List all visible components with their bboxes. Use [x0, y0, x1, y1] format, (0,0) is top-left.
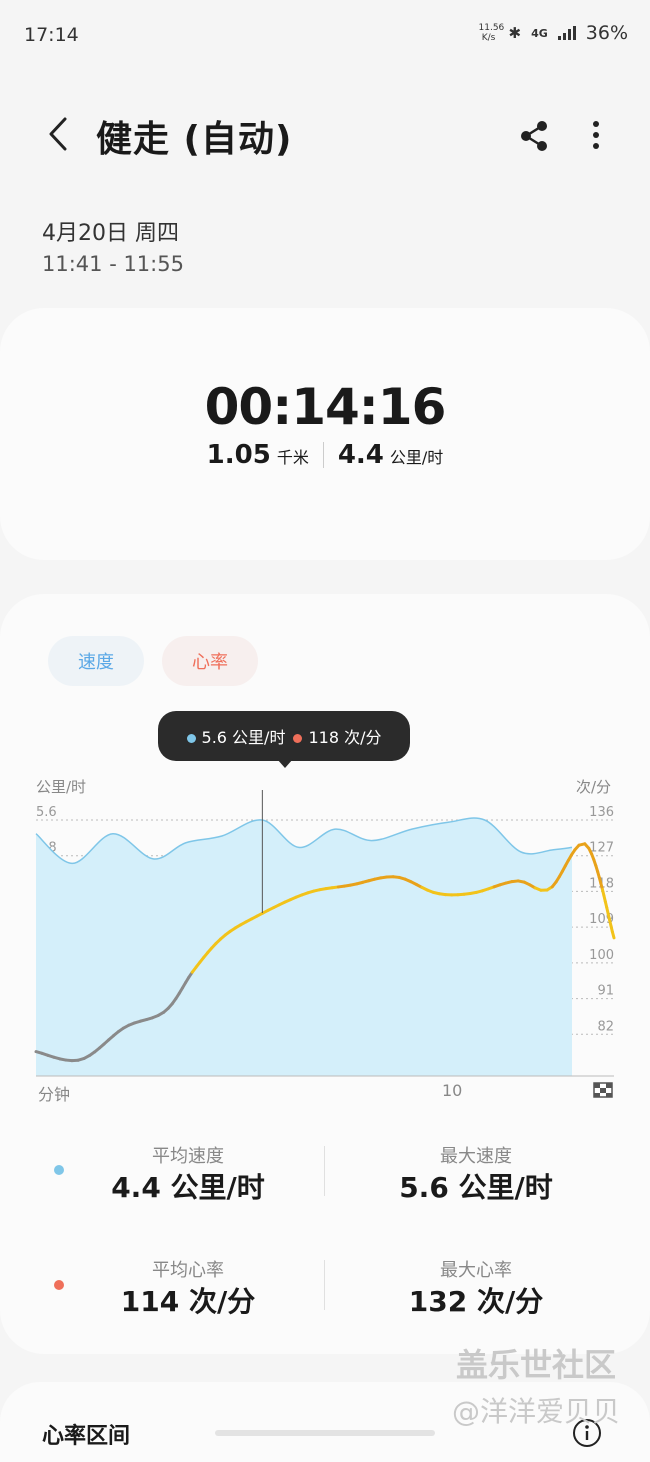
battery-level: 36% [586, 22, 628, 44]
x-axis-label: 分钟 [38, 1081, 70, 1105]
network-speed-value: 11.56 [479, 23, 499, 33]
speed-dot-icon [187, 734, 196, 743]
chart-tooltip: 5.6 公里/时 118 次/分 [158, 711, 410, 761]
watermark-author: @洋洋爱贝贝 [452, 1390, 620, 1430]
tooltip-heart-rate: 118 次/分 [293, 724, 381, 748]
session-date: 4月20日 周四 [42, 215, 179, 247]
stats-divider [324, 1260, 325, 1310]
left-tick-label: 5.6 [36, 805, 57, 820]
home-indicator[interactable] [215, 1430, 435, 1436]
speed-heart-rate-chart[interactable]: 5.61364.81274.01183.21092.41001.6910.882 [0, 790, 650, 1100]
network-speed-unit: K/s [479, 33, 499, 43]
network-type: 4G [531, 27, 548, 40]
status-time: 17:14 [24, 24, 79, 46]
avg-speed-label: 平均速度 [58, 1142, 318, 1168]
avg-heart-rate-label: 平均心率 [58, 1256, 318, 1282]
session-time-range: 11:41 - 11:55 [42, 252, 184, 276]
max-heart-rate-label: 最大心率 [346, 1256, 606, 1282]
heart-rate-dot-icon [293, 734, 302, 743]
tooltip-pointer [277, 759, 293, 768]
distance-unit: 千米 [277, 444, 309, 468]
page-title: 健走 (自动) [96, 110, 292, 162]
right-tick-label: 91 [597, 984, 614, 999]
right-tick-label: 82 [597, 1019, 614, 1034]
speed-area [36, 818, 572, 1076]
tooltip-heart-rate-text: 118 次/分 [308, 728, 381, 747]
right-tick-label: 136 [589, 805, 614, 820]
more-options-button[interactable] [576, 114, 616, 158]
network-speed: 11.56 K/s [479, 23, 499, 43]
distance-value: 1.05 [207, 440, 271, 470]
avg-heart-rate-value: 114 次/分 [58, 1280, 318, 1320]
heart-rate-line-segment [612, 932, 614, 938]
finish-flag-icon [592, 1082, 614, 1100]
share-icon [512, 114, 556, 158]
x-tick-label: 10 [442, 1081, 462, 1100]
max-speed-value: 5.6 公里/时 [346, 1166, 606, 1206]
status-icons: 11.56 K/s ✱ 4G 36% [479, 22, 629, 44]
watermark-community: 盖乐世社区 [456, 1340, 616, 1386]
summary-divider [323, 442, 324, 468]
heart-rate-chip[interactable]: 心率 [162, 636, 258, 686]
speed-unit: 公里/时 [390, 444, 443, 468]
stats-divider [324, 1146, 325, 1196]
max-speed-label: 最大速度 [346, 1142, 606, 1168]
max-heart-rate-value: 132 次/分 [346, 1280, 606, 1320]
signal-icon [558, 26, 576, 40]
workout-duration: 00:14:16 [0, 378, 650, 436]
share-button[interactable] [512, 114, 556, 158]
speed-value: 4.4 [338, 440, 384, 470]
back-button[interactable] [38, 112, 78, 156]
tooltip-speed: 5.6 公里/时 [187, 724, 286, 748]
more-vertical-icon [576, 114, 616, 158]
bluetooth-icon: ✱ [509, 24, 522, 42]
right-tick-label: 100 [589, 948, 614, 963]
tooltip-speed-text: 5.6 公里/时 [202, 728, 286, 747]
avg-speed-value: 4.4 公里/时 [58, 1166, 318, 1206]
summary-metrics: 1.05 千米 4.4 公里/时 [0, 440, 650, 470]
heart-rate-zone-title: 心率区间 [42, 1418, 130, 1450]
back-arrow-icon [47, 117, 69, 151]
speed-chip[interactable]: 速度 [48, 636, 144, 686]
